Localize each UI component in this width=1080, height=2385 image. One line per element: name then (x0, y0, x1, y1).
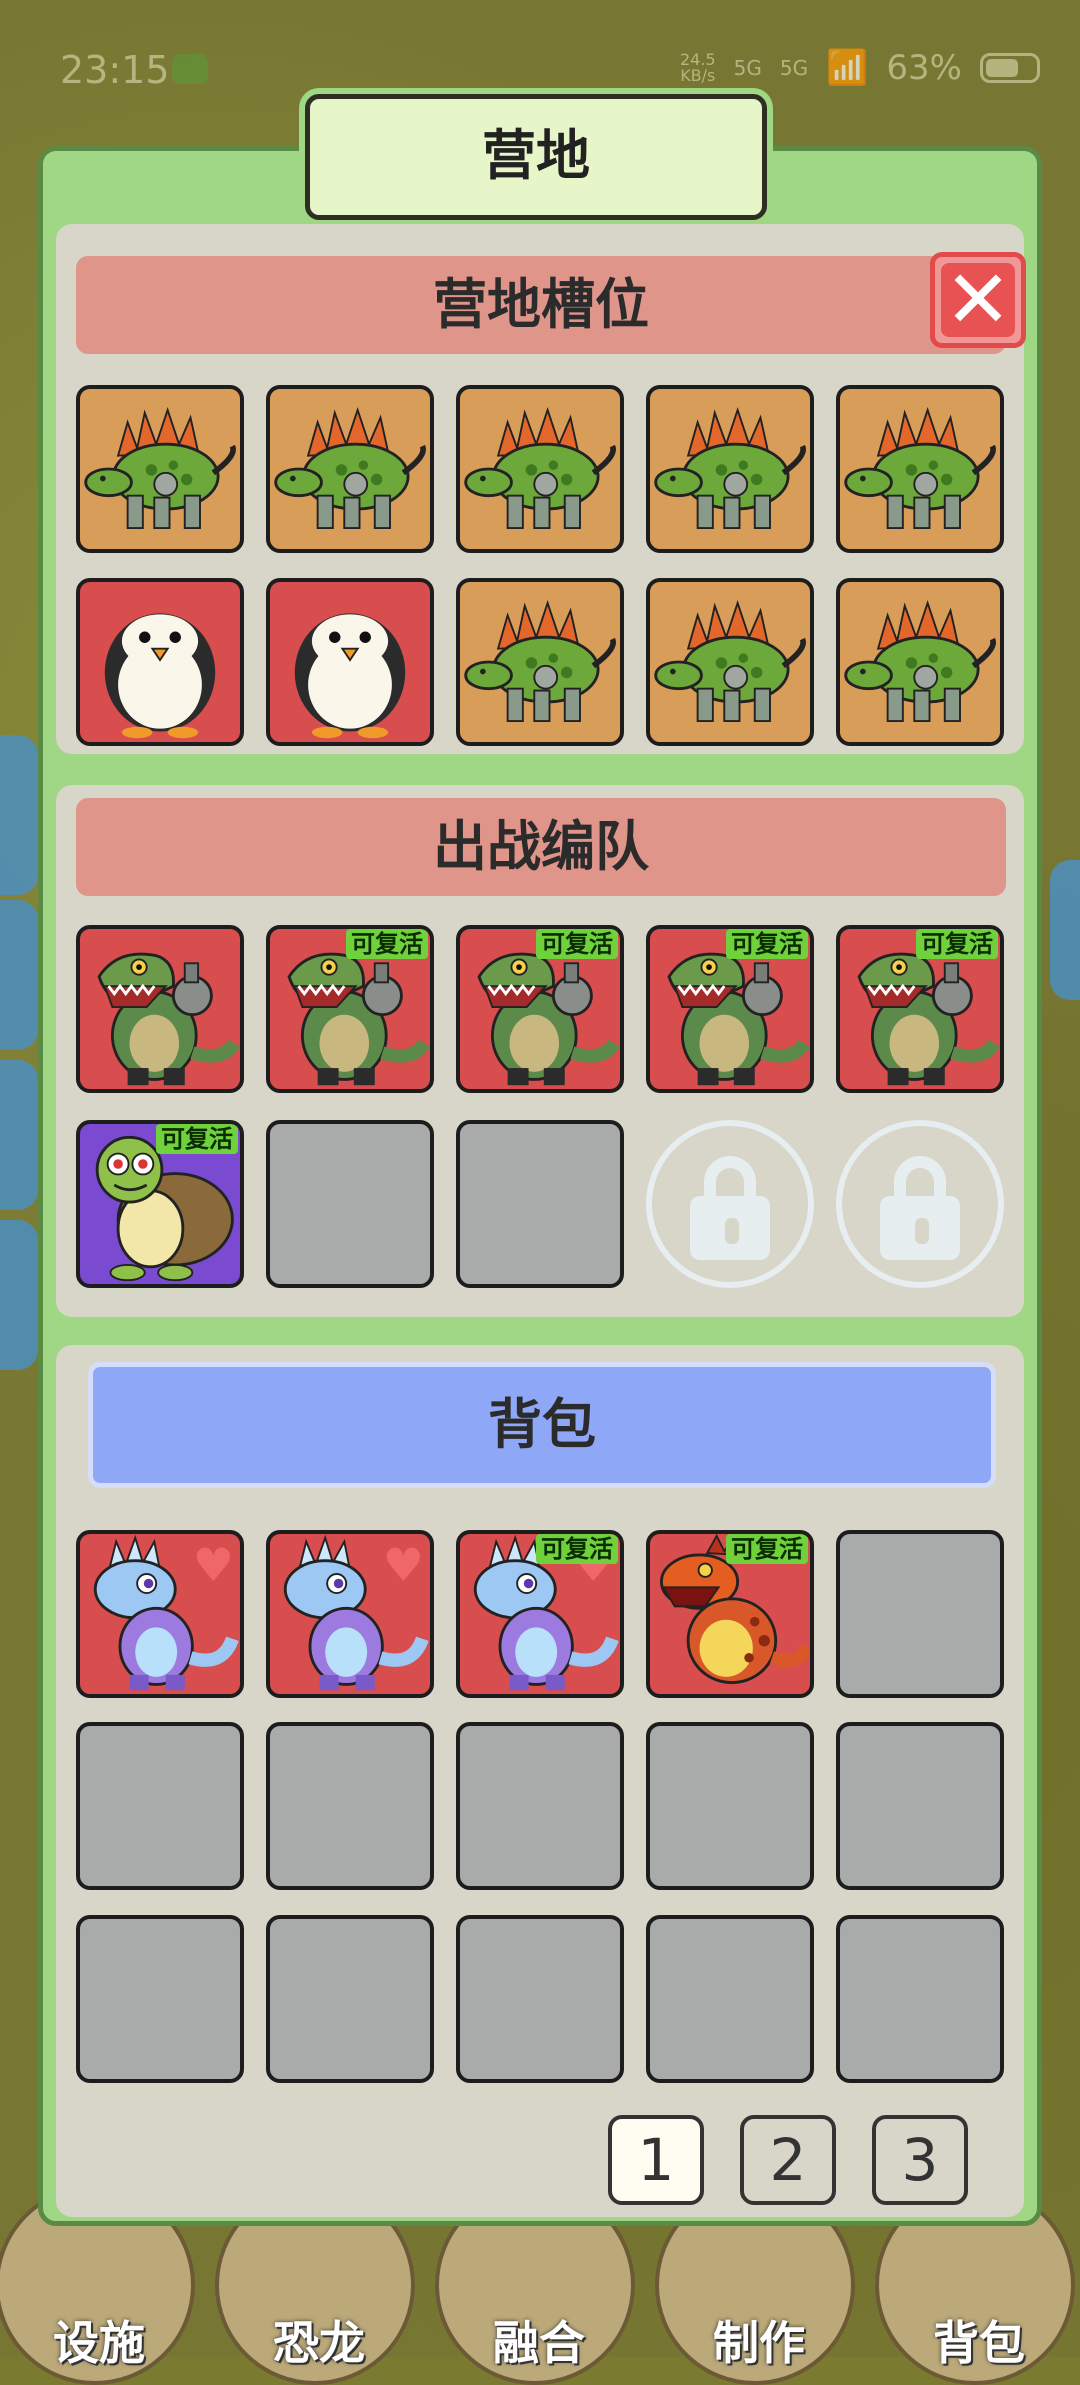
revive-badge: 可复活 (726, 1534, 808, 1564)
revive-badge: 可复活 (916, 929, 998, 959)
wifi-icon: 📶 (826, 48, 869, 88)
backpack-slot-2[interactable]: ♥ (266, 1530, 434, 1698)
backpack-slot-4[interactable]: 可复活 (646, 1530, 814, 1698)
stegosaurus-icon (650, 582, 810, 742)
team-slot-5[interactable]: 可复活 (836, 925, 1004, 1093)
team-slot-7-empty[interactable] (266, 1120, 434, 1288)
panel-title: 营地 (305, 94, 767, 220)
nav-facilities-label: 设施 (53, 2316, 145, 2370)
team-slot-1[interactable] (76, 925, 244, 1093)
backpack-slot-10-empty[interactable] (836, 1722, 1004, 1890)
backpack-slot-13-empty[interactable] (456, 1915, 624, 2083)
behind-left-button-1 (0, 735, 38, 895)
stegosaurus-icon (650, 389, 810, 549)
team-slot-4[interactable]: 可复活 (646, 925, 814, 1093)
behind-right-button (1050, 860, 1080, 1000)
backpack-slot-1[interactable]: ♥ (76, 1530, 244, 1698)
close-button[interactable]: ✕ (930, 252, 1026, 348)
lock-keyhole (725, 1218, 739, 1244)
status-time: 23:15 (60, 48, 170, 92)
backpack-header: 背包 (88, 1362, 996, 1488)
page-button-2[interactable]: 2 (740, 2115, 836, 2205)
nav-fusion-label: 融合 (493, 2316, 585, 2370)
heart-icon: ♥ (382, 1538, 424, 1592)
backpack-slot-11-empty[interactable] (76, 1915, 244, 2083)
penguin-icon (270, 582, 430, 742)
camp-slot-3[interactable] (456, 385, 624, 553)
team-slot-3[interactable]: 可复活 (456, 925, 624, 1093)
close-icon: ✕ (941, 260, 1015, 340)
backpack-slot-15-empty[interactable] (836, 1915, 1004, 2083)
camp-slot-8[interactable] (456, 578, 624, 746)
camp-slot-5[interactable] (836, 385, 1004, 553)
heart-icon: ♥ (192, 1538, 234, 1592)
revive-badge: 可复活 (536, 929, 618, 959)
penguin-icon (80, 582, 240, 742)
battery-percent: 63% (886, 48, 962, 88)
signal-5g-2: 5G (779, 56, 809, 80)
camp-slot-2[interactable] (266, 385, 434, 553)
stegosaurus-icon (460, 582, 620, 742)
team-slot-2[interactable]: 可复活 (266, 925, 434, 1093)
behind-left-button-4 (0, 1220, 38, 1370)
stegosaurus-icon (270, 389, 430, 549)
camp-slots-header: 营地槽位 (76, 256, 1006, 354)
battery-icon (980, 53, 1040, 83)
revive-badge: 可复活 (346, 929, 428, 959)
mecha-rex-icon (80, 929, 240, 1089)
stegosaurus-icon (80, 389, 240, 549)
backpack-slot-9-empty[interactable] (646, 1722, 814, 1890)
stegosaurus-icon (460, 389, 620, 549)
camp-slot-4[interactable] (646, 385, 814, 553)
revive-badge: 可复活 (726, 929, 808, 959)
status-right: 24.5 KB/s 5G 5G 📶 63% (680, 48, 1040, 88)
backpack-slot-6-empty[interactable] (76, 1722, 244, 1890)
camp-slot-1[interactable] (76, 385, 244, 553)
signal-5g-1: 5G (733, 56, 762, 80)
battle-team-header: 出战编队 (76, 798, 1006, 896)
backpack-slot-12-empty[interactable] (266, 1915, 434, 2083)
backpack-slot-7-empty[interactable] (266, 1722, 434, 1890)
revive-badge: 可复活 (156, 1124, 238, 1154)
backpack-slot-5-empty[interactable] (836, 1530, 1004, 1698)
nav-dinosaurs-label: 恐龙 (273, 2316, 365, 2370)
behind-left-button-2 (0, 900, 38, 1050)
team-slot-9-locked[interactable] (646, 1120, 814, 1288)
nav-backpack-label: 背包 (933, 2316, 1025, 2370)
team-slot-8-empty[interactable] (456, 1120, 624, 1288)
wechat-icon (172, 54, 208, 84)
stegosaurus-icon (840, 582, 1000, 742)
backpack-slot-3[interactable]: ♥ 可复活 (456, 1530, 624, 1698)
net-speed: 24.5 KB/s (679, 50, 716, 85)
team-slot-10-locked[interactable] (836, 1120, 1004, 1288)
camp-slot-7[interactable] (266, 578, 434, 746)
backpack-slot-14-empty[interactable] (646, 1915, 814, 2083)
lock-keyhole (915, 1218, 929, 1244)
page-button-3[interactable]: 3 (872, 2115, 968, 2205)
stegosaurus-icon (840, 389, 1000, 549)
camp-slot-10[interactable] (836, 578, 1004, 746)
camp-slot-6[interactable] (76, 578, 244, 746)
backpack-slot-8-empty[interactable] (456, 1722, 624, 1890)
camp-slot-9[interactable] (646, 578, 814, 746)
nav-craft-label: 制作 (713, 2316, 805, 2370)
page-button-1[interactable]: 1 (608, 2115, 704, 2205)
team-slot-6[interactable]: 可复活 (76, 1120, 244, 1288)
revive-badge: 可复活 (536, 1534, 618, 1564)
behind-left-button-3 (0, 1060, 38, 1210)
